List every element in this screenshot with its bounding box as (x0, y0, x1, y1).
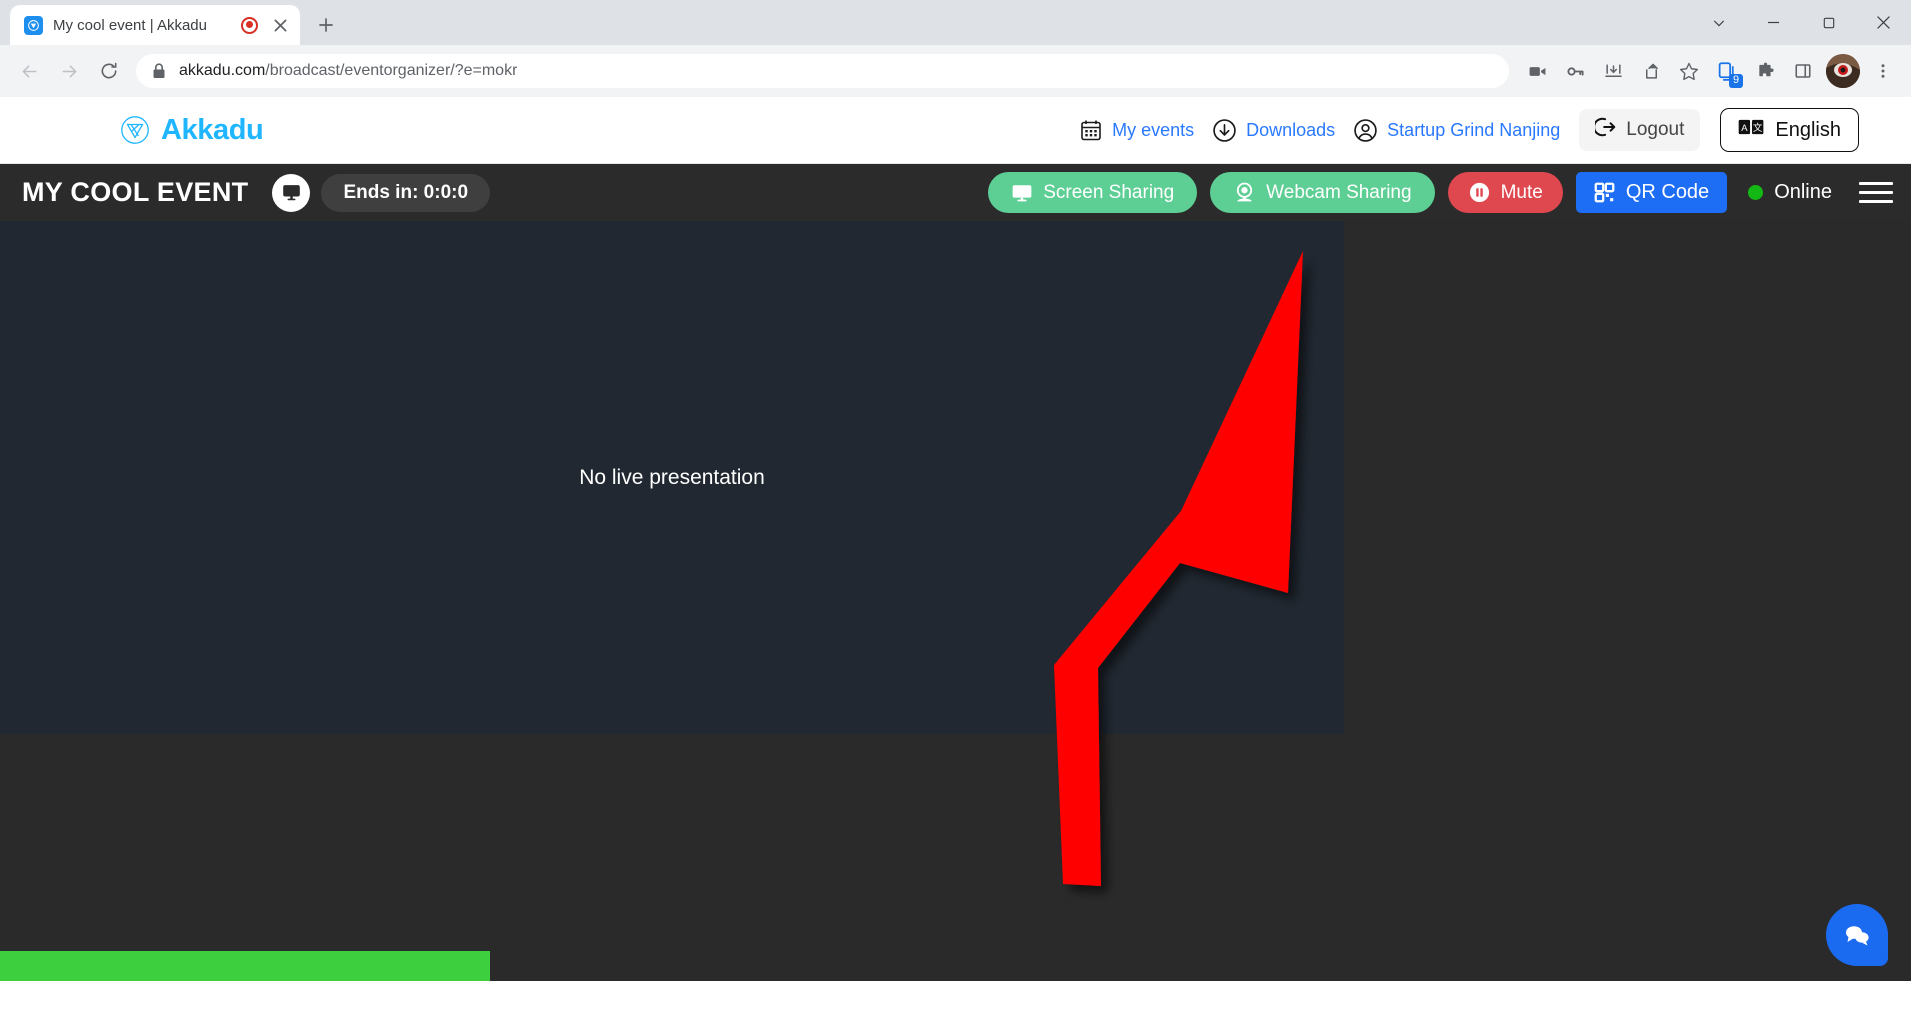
translate-icon: A 文 (1738, 118, 1765, 143)
video-camera-icon[interactable] (1519, 53, 1555, 89)
url-path: /broadcast/eventorganizer/?e=mokr (265, 62, 518, 79)
svg-text:A: A (1742, 122, 1749, 133)
three-dot-menu-icon[interactable] (1865, 53, 1901, 89)
progress-bar (0, 951, 490, 981)
browser-tab[interactable]: My cool event | Akkadu (10, 5, 300, 45)
window-controls (1691, 0, 1911, 45)
logout-icon (1593, 116, 1617, 144)
user-circle-icon (1353, 118, 1378, 143)
new-tab-button[interactable] (309, 8, 343, 42)
browser-toolbar-icons: 9 (1519, 53, 1901, 89)
presentation-empty-message: No live presentation (579, 465, 765, 489)
browser-chrome: My cool event | Akkadu akkadu.com/broadc… (0, 0, 1911, 97)
webcam-sharing-label: Webcam Sharing (1266, 181, 1412, 203)
svg-text:文: 文 (1753, 121, 1763, 133)
profile-avatar[interactable] (1826, 54, 1860, 88)
nav-item-downloads[interactable]: Downloads (1203, 118, 1344, 143)
download-circle-icon (1212, 118, 1237, 143)
screen-sharing-label: Screen Sharing (1043, 181, 1175, 203)
reload-icon[interactable] (90, 52, 128, 90)
logout-label: Logout (1626, 119, 1685, 140)
arrow-back-icon[interactable] (10, 52, 48, 90)
chat-bubbles-icon (1841, 919, 1873, 951)
minimize-icon[interactable] (1746, 0, 1801, 45)
nav-item-account[interactable]: Startup Grind Nanjing (1344, 118, 1569, 143)
nav-label-my-events: My events (1112, 119, 1195, 140)
monitor-icon (1011, 182, 1033, 204)
event-title: MY COOL EVENT (22, 177, 249, 207)
language-label: English (1775, 118, 1841, 141)
install-app-icon[interactable] (1595, 53, 1631, 89)
akkadu-triangle-logo-icon (120, 115, 150, 145)
browser-toolbar: akkadu.com/broadcast/eventorganizer/?e=m… (0, 45, 1911, 97)
maximize-icon[interactable] (1801, 0, 1856, 45)
browser-tabstrip: My cool event | Akkadu (0, 0, 1911, 45)
brand-name: Akkadu (161, 113, 264, 146)
bookmark-star-icon[interactable] (1671, 53, 1707, 89)
mute-button[interactable]: Mute (1447, 172, 1563, 213)
status-dot-icon (1748, 185, 1764, 200)
lock-icon (152, 63, 166, 79)
address-bar-url: akkadu.com/broadcast/eventorganizer/?e=m… (179, 62, 517, 80)
broadcast-stage: No live presentation (0, 221, 1911, 981)
qr-code-label: QR Code (1625, 181, 1710, 203)
share-icon[interactable] (1633, 53, 1669, 89)
qr-code-icon (1594, 182, 1615, 203)
brand-logo[interactable]: Akkadu (120, 113, 264, 147)
record-indicator-icon (241, 16, 258, 34)
presentation-panel: No live presentation (0, 221, 1344, 734)
window-close-icon[interactable] (1856, 0, 1911, 45)
presentation-screen-icon[interactable] (272, 173, 311, 212)
event-countdown: Ends in: 0:0:0 (321, 173, 491, 212)
webcam-sharing-button[interactable]: Webcam Sharing (1210, 172, 1435, 213)
logout-button[interactable]: Logout (1579, 109, 1701, 151)
site-header: Akkadu My events Downloads Startup Grind… (0, 97, 1911, 164)
online-status: Online (1748, 181, 1832, 204)
akkadu-logo-icon (24, 15, 43, 35)
key-icon[interactable] (1557, 53, 1593, 89)
address-bar[interactable]: akkadu.com/broadcast/eventorganizer/?e=m… (136, 54, 1509, 88)
extension-clipboard-icon[interactable]: 9 (1709, 53, 1745, 89)
screen-sharing-button[interactable]: Screen Sharing (988, 172, 1198, 213)
url-domain: akkadu.com (179, 62, 266, 79)
chevron-down-icon[interactable] (1691, 0, 1746, 45)
status-badge: Online (1774, 181, 1832, 203)
arrow-forward-icon[interactable] (50, 52, 88, 90)
browser-tab-title: My cool event | Akkadu (53, 16, 207, 34)
nav-label-account: Startup Grind Nanjing (1387, 119, 1561, 140)
hamburger-menu-icon[interactable] (1859, 182, 1893, 203)
extensions-puzzle-icon[interactable] (1747, 53, 1783, 89)
calendar-icon (1079, 118, 1103, 142)
event-toolbar: MY COOL EVENT Ends in: 0:0:0 Screen Shar… (0, 164, 1911, 221)
qr-code-button[interactable]: QR Code (1575, 172, 1728, 213)
webcam-icon (1233, 181, 1256, 204)
mute-label: Mute (1500, 181, 1543, 203)
chat-support-button[interactable] (1826, 904, 1888, 966)
pause-circle-icon (1468, 181, 1491, 204)
header-nav: My events Downloads Startup Grind Nanjin… (1070, 108, 1859, 152)
close-icon[interactable] (268, 13, 292, 37)
extension-badge-count: 9 (1729, 74, 1743, 88)
event-toolbar-actions: Screen Sharing Webcam Sharing Mute QR Co… (988, 172, 1893, 213)
nav-label-downloads: Downloads (1246, 119, 1336, 140)
language-selector[interactable]: A 文 English (1720, 108, 1859, 152)
nav-item-my-events[interactable]: My events (1070, 118, 1203, 142)
sidepanel-icon[interactable] (1785, 53, 1821, 89)
